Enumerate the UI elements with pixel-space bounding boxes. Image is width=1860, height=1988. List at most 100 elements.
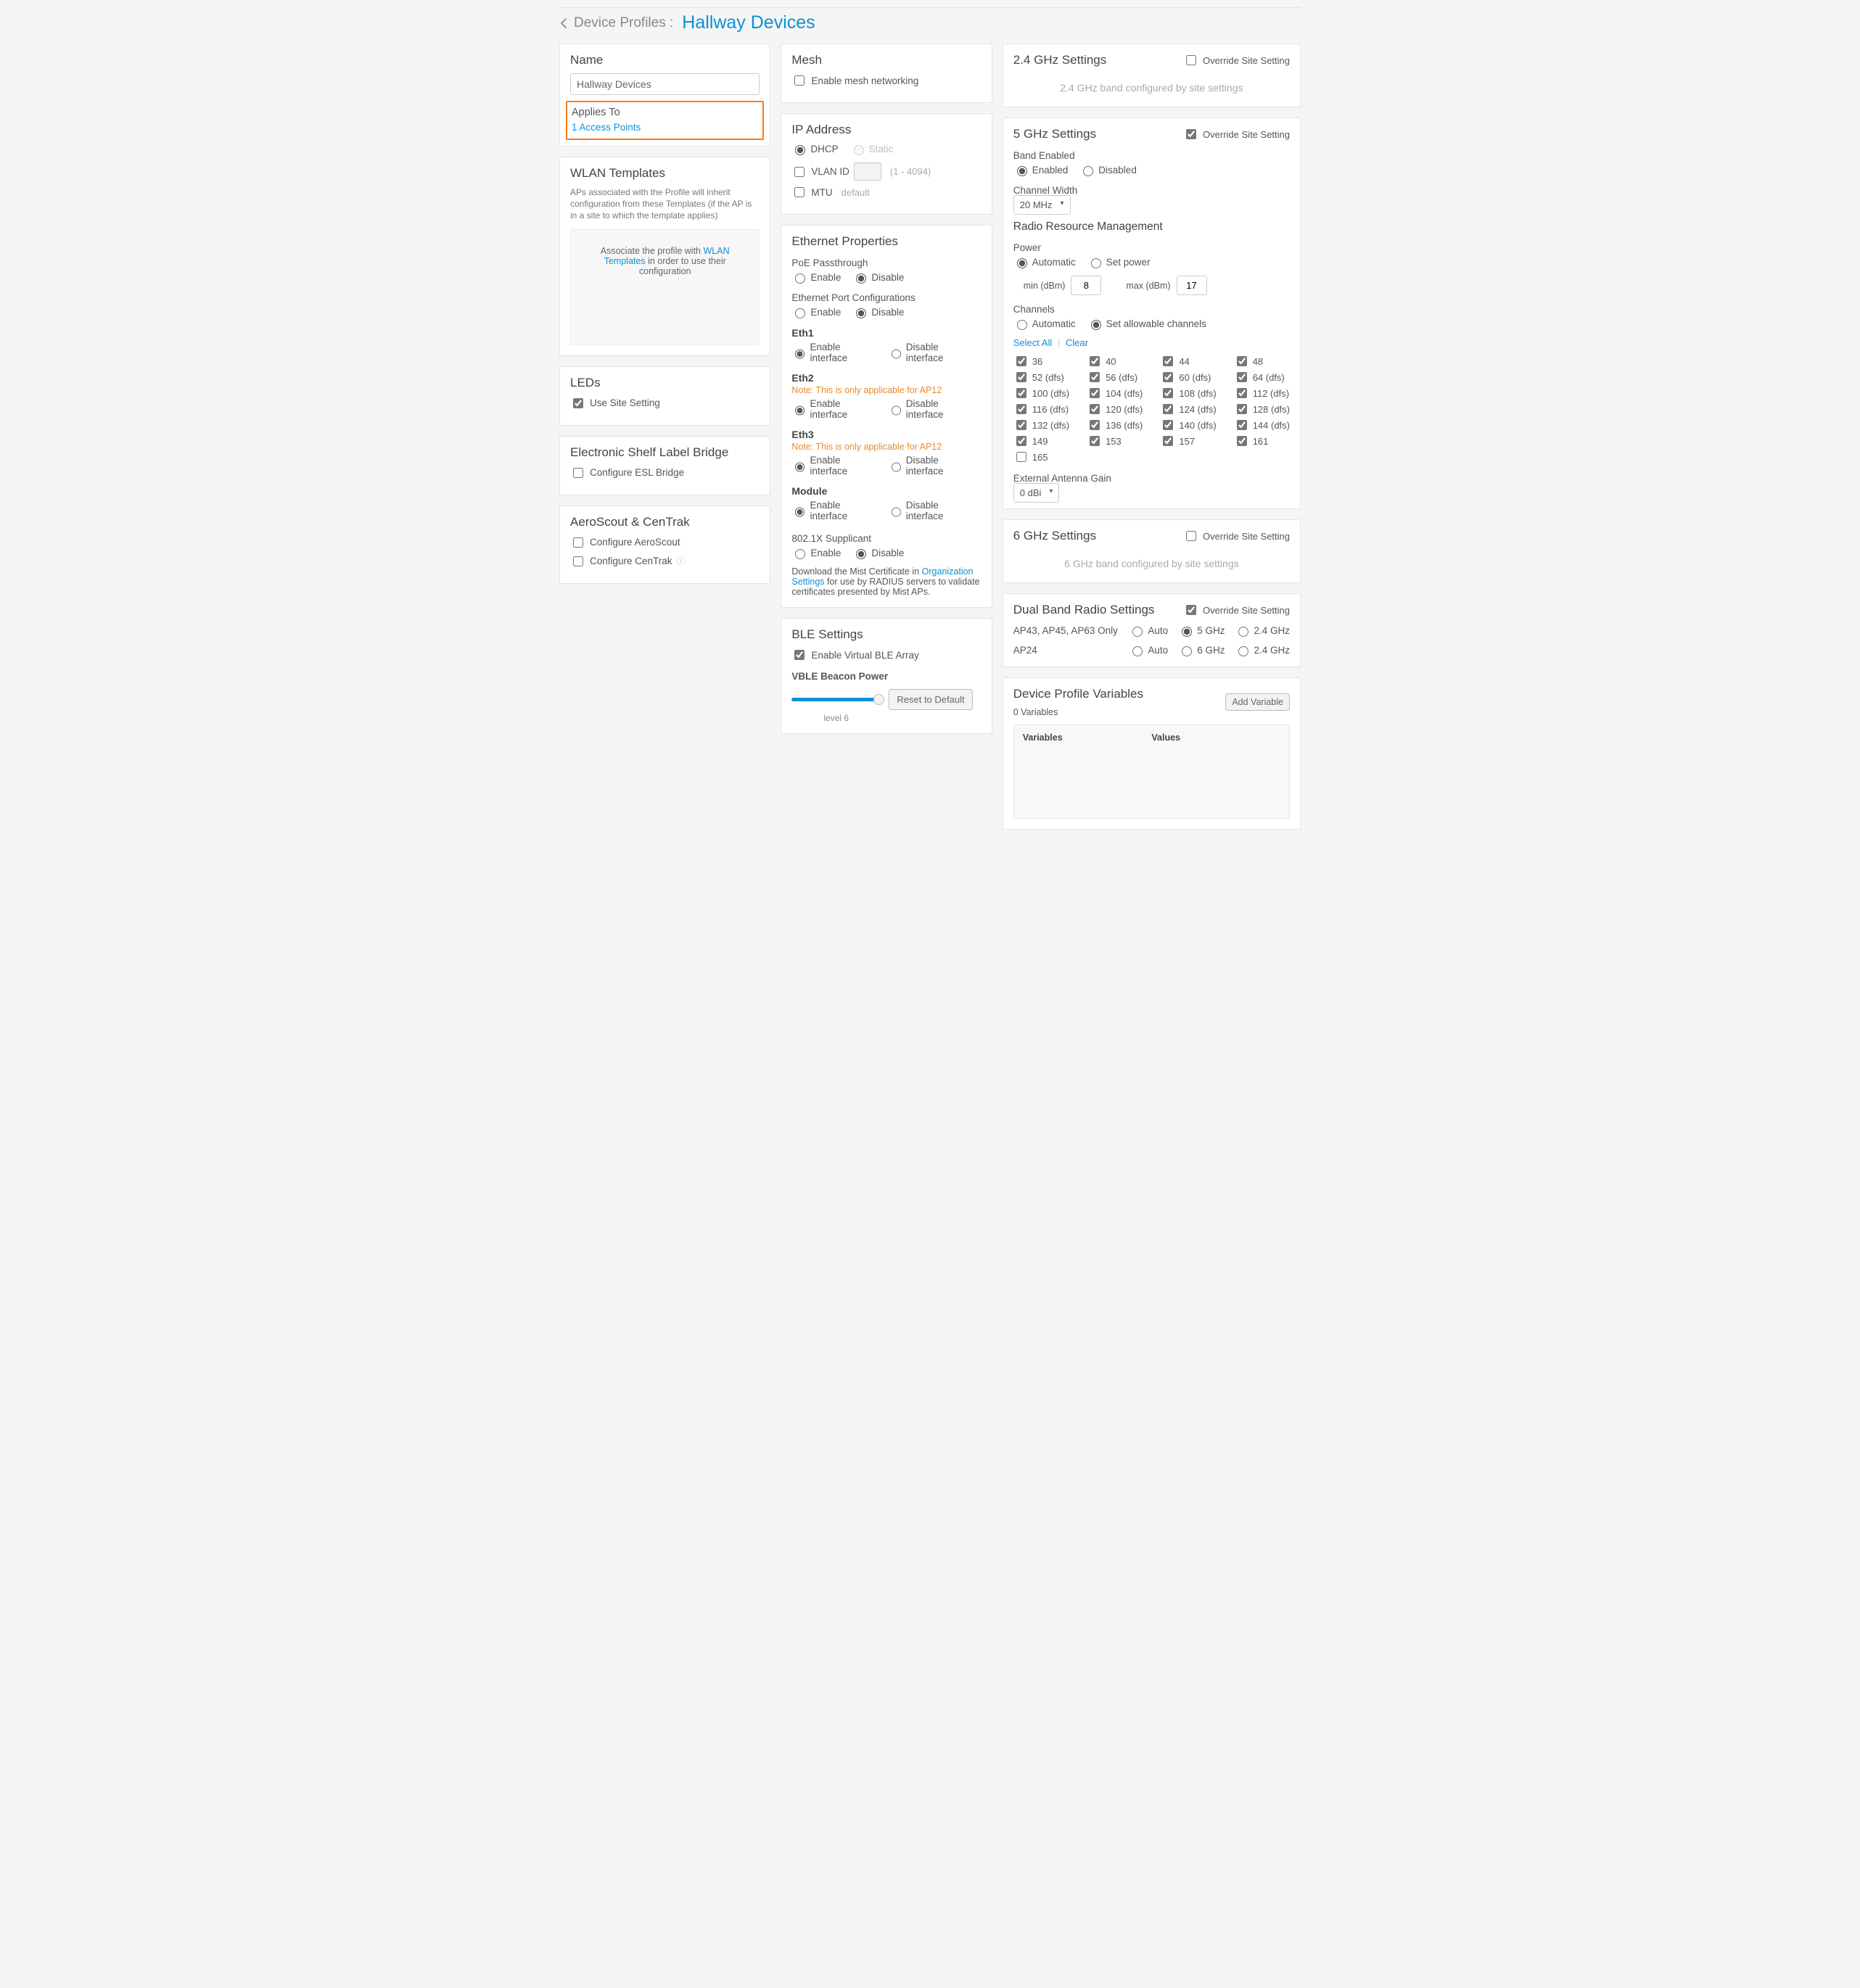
configure-centrak-checkbox[interactable] bbox=[573, 556, 583, 566]
r2-6ghz-radio[interactable] bbox=[1182, 646, 1192, 656]
clear-link[interactable]: Clear bbox=[1066, 337, 1088, 348]
esl-configure-label: Configure ESL Bridge bbox=[590, 467, 684, 478]
r2-auto-radio[interactable] bbox=[1132, 646, 1143, 656]
6ghz-title: 6 GHz Settings bbox=[1013, 529, 1096, 543]
power-auto-radio[interactable] bbox=[1017, 258, 1027, 268]
variables-col2: Values bbox=[1151, 733, 1280, 743]
vlan-id-checkbox[interactable] bbox=[794, 167, 805, 177]
channel-item: 60 (dfs) bbox=[1160, 370, 1216, 384]
channel-checkbox[interactable] bbox=[1090, 404, 1100, 414]
configure-aeroscout-label: Configure AeroScout bbox=[590, 537, 680, 548]
channel-item: 116 (dfs) bbox=[1013, 402, 1069, 416]
band-disabled-radio[interactable] bbox=[1083, 166, 1093, 176]
configure-aeroscout-checkbox[interactable] bbox=[573, 537, 583, 548]
epc-disable-radio[interactable] bbox=[856, 308, 866, 318]
r1-5ghz-radio[interactable] bbox=[1182, 627, 1192, 637]
leds-use-site-checkbox[interactable] bbox=[573, 398, 583, 408]
supp-disable-radio[interactable] bbox=[856, 549, 866, 559]
eth3-enable-radio[interactable] bbox=[795, 462, 805, 472]
epc-enable-radio[interactable] bbox=[795, 308, 805, 318]
6ghz-panel: 6 GHz Settings Override Site Setting 6 G… bbox=[1003, 519, 1301, 583]
channel-width-select[interactable]: 20 MHz bbox=[1013, 195, 1071, 215]
channel-item: 100 (dfs) bbox=[1013, 386, 1069, 400]
poe-disable-radio[interactable] bbox=[856, 273, 866, 284]
channel-checkbox[interactable] bbox=[1163, 372, 1173, 382]
channel-checkbox[interactable] bbox=[1237, 372, 1247, 382]
channel-label: 56 (dfs) bbox=[1106, 372, 1137, 383]
channel-checkbox[interactable] bbox=[1163, 420, 1173, 430]
eth1-disable-radio[interactable] bbox=[892, 349, 901, 359]
eth2-disable-radio[interactable] bbox=[892, 405, 901, 416]
applies-to-link[interactable]: 1 Access Points bbox=[572, 122, 641, 133]
band-enabled-radio[interactable] bbox=[1017, 166, 1027, 176]
info-icon[interactable]: ⓘ bbox=[677, 555, 686, 567]
channel-checkbox[interactable] bbox=[1237, 420, 1247, 430]
module-disable-radio[interactable] bbox=[892, 507, 901, 517]
supp-enable-radio[interactable] bbox=[795, 549, 805, 559]
r1-auto-radio[interactable] bbox=[1132, 627, 1143, 637]
poe-enable-radio[interactable] bbox=[795, 273, 805, 284]
eth2-enable-radio[interactable] bbox=[795, 405, 805, 416]
add-variable-button[interactable]: Add Variable bbox=[1225, 693, 1290, 711]
channels-auto-radio[interactable] bbox=[1017, 320, 1027, 330]
channels-set-radio[interactable] bbox=[1091, 320, 1101, 330]
channel-checkbox[interactable] bbox=[1163, 404, 1173, 414]
ble-enable-checkbox[interactable] bbox=[794, 650, 805, 660]
name-input[interactable] bbox=[570, 73, 760, 95]
channel-checkbox[interactable] bbox=[1163, 388, 1173, 398]
channel-checkbox[interactable] bbox=[1237, 436, 1247, 446]
rrm-title: Radio Resource Management bbox=[1013, 220, 1290, 234]
min-dbm-input[interactable] bbox=[1071, 276, 1101, 295]
max-dbm-input[interactable] bbox=[1177, 276, 1207, 295]
back-icon[interactable] bbox=[559, 17, 568, 29]
dualband-override-checkbox[interactable] bbox=[1186, 605, 1196, 615]
channel-checkbox[interactable] bbox=[1163, 356, 1173, 366]
breadcrumb-prefix[interactable]: Device Profiles : bbox=[574, 15, 673, 31]
vlan-id-input[interactable] bbox=[854, 162, 881, 181]
channel-checkbox[interactable] bbox=[1016, 420, 1026, 430]
6ghz-override-checkbox[interactable] bbox=[1186, 531, 1196, 541]
channel-checkbox[interactable] bbox=[1016, 372, 1026, 382]
channel-checkbox[interactable] bbox=[1016, 388, 1026, 398]
channel-checkbox[interactable] bbox=[1016, 404, 1026, 414]
select-all-link[interactable]: Select All bbox=[1013, 337, 1052, 348]
mtu-checkbox[interactable] bbox=[794, 187, 805, 197]
channel-item: 161 bbox=[1234, 434, 1290, 448]
ble-reset-button[interactable]: Reset to Default bbox=[889, 689, 972, 710]
max-dbm-label: max (dBm) bbox=[1126, 281, 1170, 291]
channel-item: 153 bbox=[1087, 434, 1143, 448]
power-set-radio[interactable] bbox=[1091, 258, 1101, 268]
channel-item: 157 bbox=[1160, 434, 1216, 448]
ip-dhcp-radio[interactable] bbox=[795, 145, 805, 155]
ip-static-radio[interactable] bbox=[854, 145, 864, 155]
dualband-title: Dual Band Radio Settings bbox=[1013, 603, 1155, 617]
module-enable-radio[interactable] bbox=[795, 507, 805, 517]
mesh-enable-checkbox[interactable] bbox=[794, 75, 805, 86]
channel-checkbox[interactable] bbox=[1016, 452, 1026, 462]
channel-checkbox[interactable] bbox=[1090, 436, 1100, 446]
eth3-disable-radio[interactable] bbox=[892, 462, 901, 472]
24ghz-override-checkbox[interactable] bbox=[1186, 55, 1196, 65]
channel-checkbox[interactable] bbox=[1237, 404, 1247, 414]
ext-antenna-select[interactable]: 0 dBi bbox=[1013, 483, 1060, 503]
r2-24ghz-radio[interactable] bbox=[1238, 646, 1248, 656]
channel-checkbox[interactable] bbox=[1016, 436, 1026, 446]
channel-checkbox[interactable] bbox=[1237, 356, 1247, 366]
channel-checkbox[interactable] bbox=[1090, 388, 1100, 398]
5ghz-title: 5 GHz Settings bbox=[1013, 127, 1096, 141]
channel-checkbox[interactable] bbox=[1237, 388, 1247, 398]
vble-slider[interactable] bbox=[791, 698, 878, 701]
channel-checkbox[interactable] bbox=[1090, 372, 1100, 382]
channel-checkbox[interactable] bbox=[1163, 436, 1173, 446]
channel-label: 52 (dfs) bbox=[1032, 372, 1064, 383]
esl-configure-checkbox[interactable] bbox=[573, 468, 583, 478]
channel-checkbox[interactable] bbox=[1016, 356, 1026, 366]
channel-checkbox[interactable] bbox=[1090, 356, 1100, 366]
ble-panel: BLE Settings Enable Virtual BLE Array VB… bbox=[781, 618, 992, 734]
channel-label: 120 (dfs) bbox=[1106, 404, 1143, 415]
epc-label: Ethernet Port Configurations bbox=[791, 292, 981, 303]
channel-checkbox[interactable] bbox=[1090, 420, 1100, 430]
5ghz-override-checkbox[interactable] bbox=[1186, 129, 1196, 139]
r1-24ghz-radio[interactable] bbox=[1238, 627, 1248, 637]
eth1-enable-radio[interactable] bbox=[795, 349, 805, 359]
